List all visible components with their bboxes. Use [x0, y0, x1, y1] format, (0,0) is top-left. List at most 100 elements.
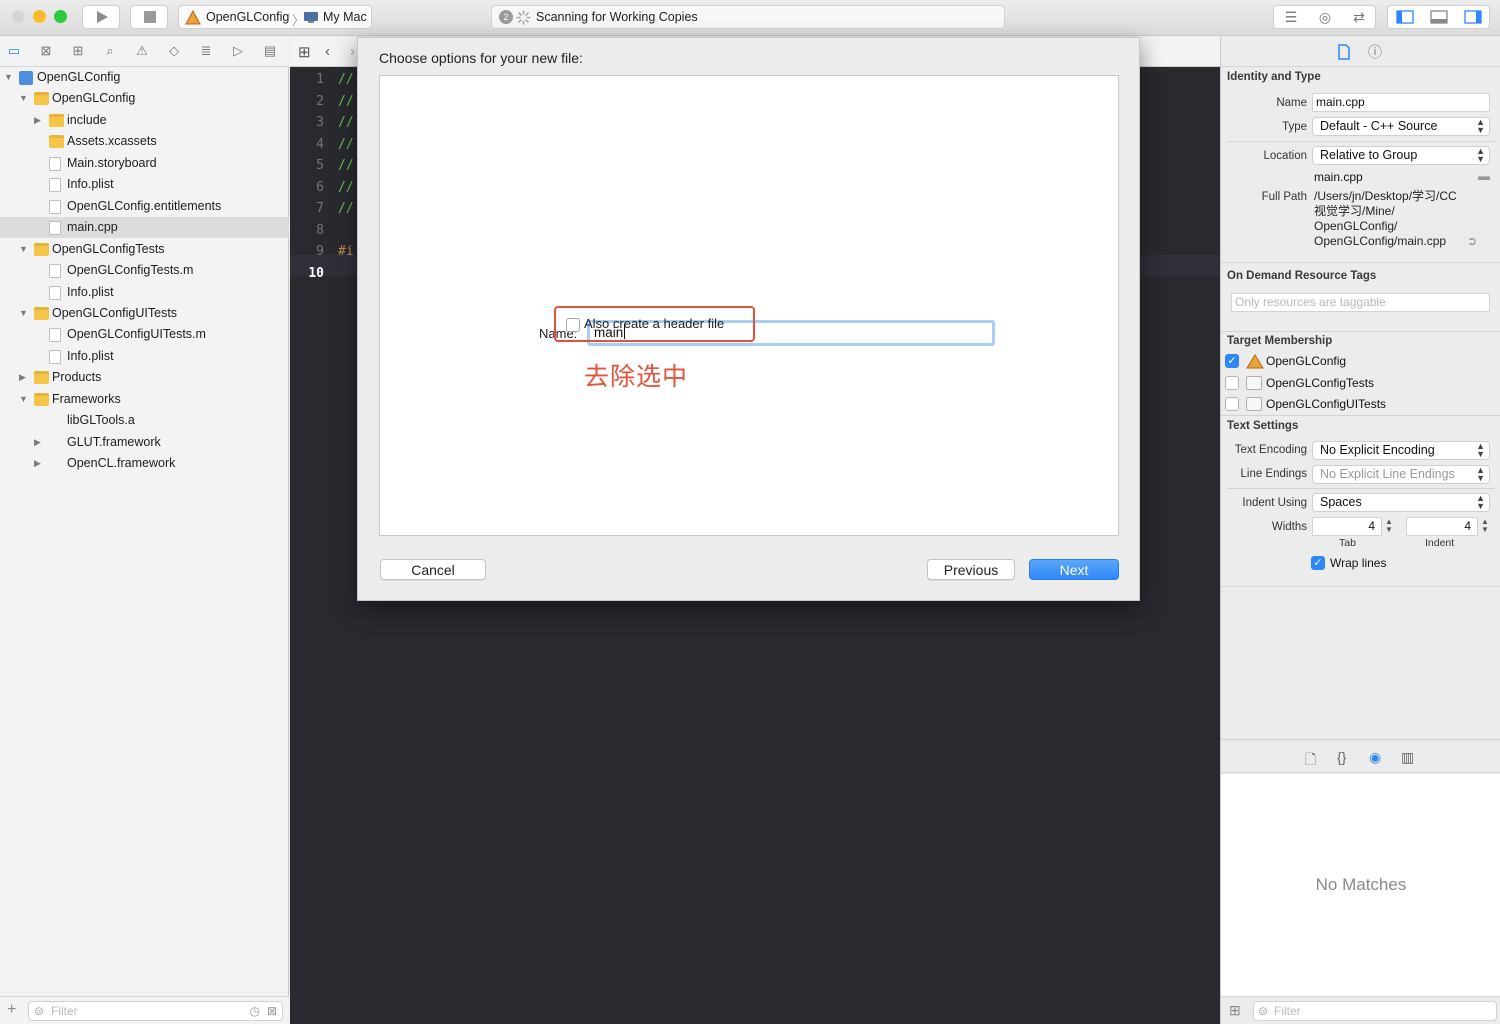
target-checkbox[interactable]: ✓	[1225, 354, 1239, 368]
tree-item[interactable]: ▶ include	[0, 110, 289, 131]
tab-caption: Tab	[1339, 537, 1356, 549]
add-file-plus-icon[interactable]: +	[7, 1001, 16, 1019]
wrap-lines-checkbox[interactable]: ✓	[1311, 556, 1325, 570]
source-control-tab-icon[interactable]: ⊠	[37, 43, 55, 59]
back-chevron-icon[interactable]: ‹	[325, 43, 330, 60]
issue-navigator-tab-icon[interactable]: ⚠	[133, 43, 151, 59]
create-header-checkbox[interactable]	[566, 318, 580, 332]
tree-item[interactable]: OpenGLConfig.entitlements	[0, 196, 289, 217]
indent-using-popup[interactable]: Spaces ▲ ▼	[1312, 493, 1490, 512]
target-label[interactable]: OpenGLConfig	[1266, 354, 1346, 368]
previous-button[interactable]: Previous	[927, 559, 1015, 580]
activity-view: 2 Scanning for Working Copies	[491, 5, 1005, 29]
target-label[interactable]: OpenGLConfigUITests	[1266, 397, 1386, 411]
target-checkbox[interactable]	[1225, 397, 1239, 411]
tree-item[interactable]: Info.plist	[0, 174, 289, 195]
source-control-filter-icon[interactable]: ⊠	[267, 1002, 277, 1020]
disclosure-open-icon[interactable]: ▼	[19, 88, 29, 109]
standard-editor-button[interactable]: ☰	[1274, 6, 1308, 28]
tree-item[interactable]: Assets.xcassets	[0, 131, 289, 152]
tree-item[interactable]: ▼ Frameworks	[0, 389, 289, 410]
folder-reveal-icon[interactable]: ▬	[1478, 169, 1490, 183]
report-navigator-tab-icon[interactable]: ▤	[261, 43, 279, 59]
tree-item[interactable]: ▼ OpenGLConfig	[0, 88, 289, 109]
object-library-icon[interactable]: ◉	[1369, 749, 1381, 766]
tab-width-stepper[interactable]: ▲ ▼	[1385, 518, 1393, 534]
target-checkbox[interactable]	[1225, 375, 1239, 390]
recent-files-clock-icon[interactable]: ◷	[250, 1002, 260, 1020]
disclosure-open-icon[interactable]: ▼	[19, 303, 29, 324]
tree-item[interactable]: libGLTools.a	[0, 410, 289, 431]
file-inspector-icon[interactable]	[1337, 44, 1351, 60]
indent-width-field[interactable]: 4	[1406, 517, 1478, 536]
tree-item[interactable]: OpenGLConfigUITests.m	[0, 324, 289, 345]
toggle-navigator-button[interactable]	[1388, 6, 1422, 28]
navigator-filter-input[interactable]: ⊜ Filter ◷ ⊠	[28, 1001, 283, 1021]
toggle-inspector-button[interactable]	[1456, 6, 1490, 28]
text-encoding-popup[interactable]: No Explicit Encoding ▲ ▼	[1312, 441, 1490, 460]
scheme-selector[interactable]: OpenGLConfig 〉 My Mac	[178, 5, 372, 29]
type-popup[interactable]: Default - C++ Source ▲ ▼	[1312, 117, 1490, 136]
tree-item[interactable]: ▶ Products	[0, 367, 289, 388]
assistant-editor-button[interactable]: ◎	[1308, 6, 1342, 28]
close-window-button[interactable]	[12, 10, 25, 23]
disclosure-closed-icon[interactable]: ▶	[34, 453, 44, 474]
activity-status-text: Scanning for Working Copies	[536, 10, 698, 24]
zoom-window-button[interactable]	[54, 10, 67, 23]
tree-item[interactable]: ▼ OpenGLConfigTests	[0, 239, 289, 260]
media-library-icon[interactable]: ▥	[1401, 749, 1414, 766]
wrap-lines-label[interactable]: Wrap lines	[1330, 556, 1386, 570]
stop-button[interactable]	[130, 5, 168, 29]
run-button[interactable]	[82, 5, 120, 29]
disclosure-open-icon[interactable]: ▼	[4, 67, 14, 88]
tree-item[interactable]: ▼ OpenGLConfig	[0, 67, 289, 88]
tree-item[interactable]: Main.storyboard	[0, 153, 289, 174]
activity-count-badge[interactable]: 2	[499, 10, 513, 24]
library-filter-input[interactable]: ⊜ Filter	[1253, 1001, 1497, 1021]
disclosure-closed-icon[interactable]: ▶	[34, 432, 44, 453]
minimize-window-button[interactable]	[33, 10, 46, 23]
related-items-grid-icon[interactable]: ⊞	[298, 43, 311, 61]
navigator-filter-bar: + ⊜ Filter ◷ ⊠	[0, 996, 289, 1024]
tree-item[interactable]: Info.plist	[0, 346, 289, 367]
debug-navigator-tab-icon[interactable]: ≣	[197, 43, 215, 59]
tree-item[interactable]: Info.plist	[0, 282, 289, 303]
toggle-debug-area-button[interactable]	[1422, 6, 1456, 28]
disclosure-closed-icon[interactable]: ▶	[34, 110, 44, 131]
reveal-in-finder-arrow-icon[interactable]: ➲	[1467, 234, 1477, 248]
project-navigator-tab-icon[interactable]: ▭	[5, 43, 23, 59]
indent-width-stepper[interactable]: ▲ ▼	[1481, 518, 1489, 534]
tree-item[interactable]: ▶ OpenCL.framework	[0, 453, 289, 474]
mac-icon	[304, 12, 318, 23]
updown-chevron-icon: ▲ ▼	[1476, 493, 1485, 511]
create-header-label[interactable]: Also create a header file	[584, 316, 724, 331]
version-editor-button[interactable]: ⇄	[1342, 6, 1376, 28]
tree-item[interactable]: ▼ OpenGLConfigUITests	[0, 303, 289, 324]
disclosure-closed-icon[interactable]: ▶	[19, 367, 29, 388]
tree-item[interactable]: OpenGLConfigTests.m	[0, 260, 289, 281]
test-navigator-tab-icon[interactable]: ◇	[165, 43, 183, 59]
code-snippet-library-icon[interactable]: {}	[1337, 749, 1346, 765]
tree-item[interactable]: main.cpp	[0, 217, 289, 239]
cancel-button[interactable]: Cancel	[380, 559, 486, 580]
breakpoint-navigator-tab-icon[interactable]: ▷	[229, 43, 247, 59]
quick-help-icon[interactable]: ⓘ	[1368, 42, 1382, 62]
editor-mode-group: ☰ ◎ ⇄	[1273, 5, 1376, 29]
file-template-library-icon[interactable]: 🗋	[1305, 749, 1316, 773]
line-endings-popup[interactable]: No Explicit Line Endings ▲ ▼	[1312, 465, 1490, 484]
resource-tags-field[interactable]: Only resources are taggable	[1231, 293, 1490, 312]
full-path-label: Full Path	[1261, 191, 1307, 203]
tree-item-label: Assets.xcassets	[67, 134, 157, 149]
location-popup[interactable]: Relative to Group ▲ ▼	[1312, 146, 1490, 165]
forward-chevron-icon[interactable]: ›	[350, 43, 355, 60]
grid-view-icon[interactable]: ⊞	[1229, 1002, 1241, 1019]
tab-width-field[interactable]: 4	[1312, 517, 1382, 536]
next-button[interactable]: Next	[1029, 559, 1119, 580]
target-label[interactable]: OpenGLConfigTests	[1266, 376, 1374, 390]
symbol-navigator-tab-icon[interactable]: ⊞	[69, 43, 87, 59]
name-field[interactable]: main.cpp	[1312, 93, 1490, 112]
disclosure-open-icon[interactable]: ▼	[19, 239, 29, 260]
disclosure-open-icon[interactable]: ▼	[19, 389, 29, 410]
find-navigator-tab-icon[interactable]: ⌕	[101, 43, 119, 59]
tree-item[interactable]: ▶ GLUT.framework	[0, 432, 289, 453]
